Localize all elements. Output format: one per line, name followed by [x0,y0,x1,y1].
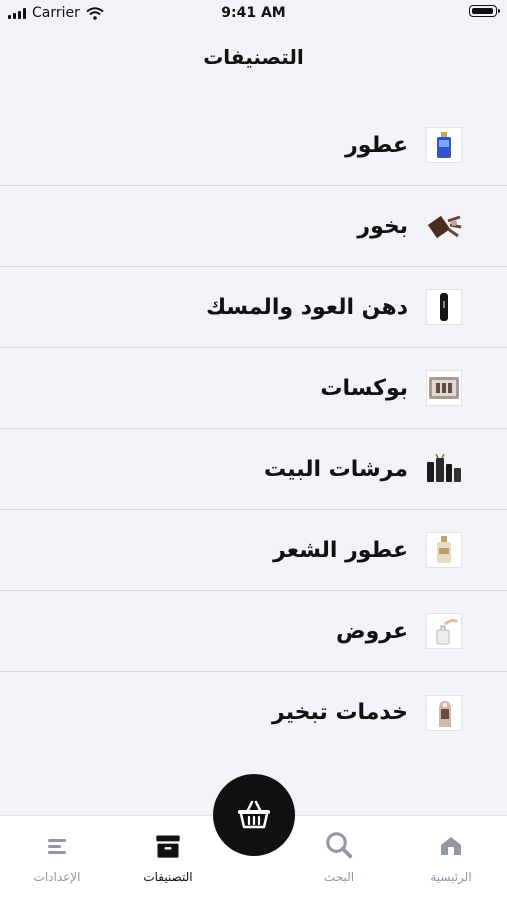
tab-settings[interactable]: الإعدادات [2,816,112,901]
category-row-perfumes[interactable]: عطور [0,105,507,186]
category-row-oud-musk-oil[interactable]: دهن العود والمسك [0,267,507,348]
category-row-fumigation-services[interactable]: خدمات تبخير [0,672,507,753]
fumigation-service-icon [426,694,462,731]
home-spray-icon [426,451,462,487]
category-label: عطور [345,132,408,158]
battery-icon [469,5,500,17]
oil-vial-icon [426,289,462,325]
category-row-hair-perfumes[interactable]: عطور الشعر [0,510,507,591]
category-label: بخور [357,213,408,239]
category-label: عروض [336,618,408,644]
gift-box-icon [426,370,462,406]
tab-label: الرئيسية [430,870,472,884]
page-title: التصنيفات [203,45,304,69]
basket-icon [238,800,270,829]
tab-label: البحث [323,870,355,884]
category-label: خدمات تبخير [272,700,408,725]
status-right [469,5,500,17]
category-row-offers[interactable]: عروض [0,591,507,672]
incense-icon [426,208,462,244]
status-bar: Carrier 9:41 AM [0,0,507,28]
category-label: دهن العود والمسك [205,294,408,320]
category-list: عطور بخور دهن العود والمسك بوكسات مرشات … [0,105,507,753]
search-icon [326,832,353,859]
category-row-home-sprays[interactable]: مرشات البيت [0,429,507,510]
offers-icon [426,613,462,649]
perfume-bottle-icon [426,127,462,163]
tab-label: الإعدادات [33,870,81,884]
settings-icon [48,839,66,854]
battery-fill [472,8,493,14]
cart-button[interactable] [213,774,295,856]
category-row-incense[interactable]: بخور [0,186,507,267]
category-label: مرشات البيت [263,456,408,482]
tab-home[interactable]: الرئيسية [396,816,506,901]
category-row-boxes[interactable]: بوكسات [0,348,507,429]
home-icon [441,837,461,855]
category-label: بوكسات [320,375,408,401]
tab-categories[interactable]: التصنيفات [113,816,223,901]
tab-search[interactable]: البحث [284,816,394,901]
tab-label: التصنيفات [143,870,193,884]
category-label: عطور الشعر [273,537,408,563]
status-time: 9:41 AM [221,5,286,21]
categories-icon [156,835,180,858]
hair-mist-icon [426,532,462,568]
